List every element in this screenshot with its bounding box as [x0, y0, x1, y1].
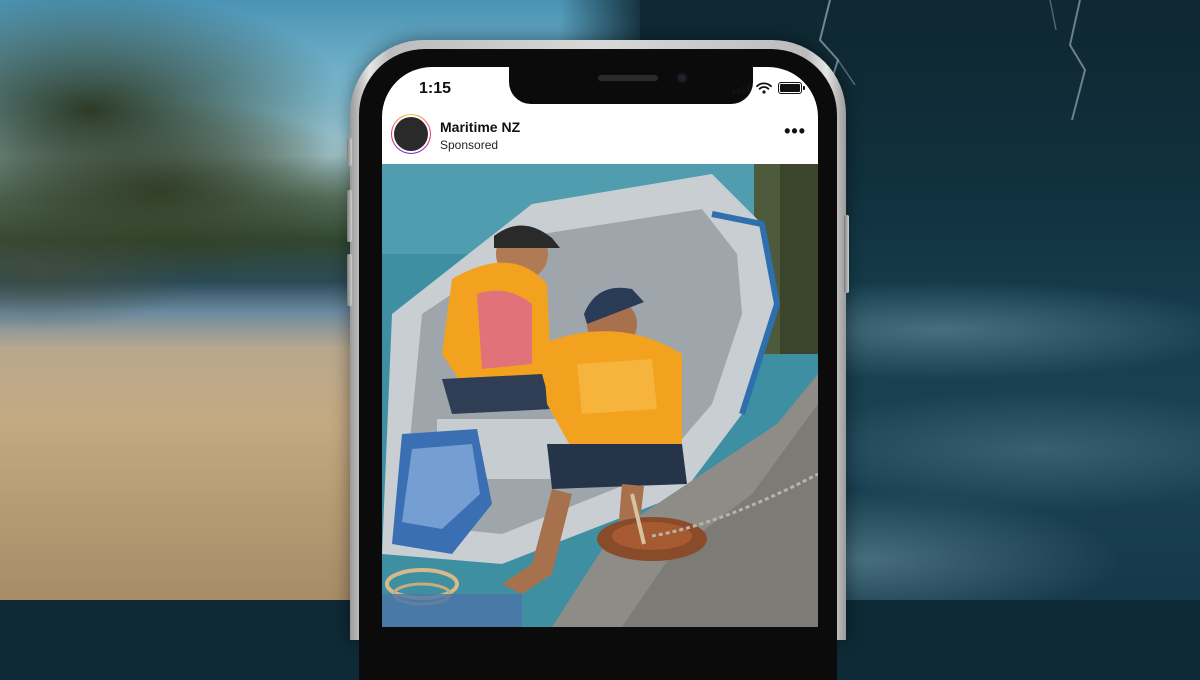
- volume-up-button: [347, 190, 352, 242]
- phone-screen: 1:15 Maritime NZ Sponsored •••: [382, 67, 818, 627]
- account-name[interactable]: Maritime NZ: [440, 119, 520, 135]
- volume-down-button: [347, 254, 352, 306]
- avatar[interactable]: [394, 117, 428, 151]
- mute-switch: [347, 138, 352, 166]
- post-image[interactable]: [382, 164, 818, 627]
- speaker-grille: [598, 75, 658, 81]
- sponsored-label: Sponsored: [440, 138, 499, 152]
- wifi-icon: [756, 82, 772, 94]
- status-icons: [732, 82, 805, 94]
- phone-frame: 1:15 Maritime NZ Sponsored •••: [347, 40, 849, 680]
- power-button: [844, 215, 849, 293]
- notch: [509, 67, 753, 104]
- post-header: Maritime NZ Sponsored •••: [382, 111, 818, 163]
- status-time: 1:15: [419, 80, 452, 97]
- boat-photo: [382, 164, 818, 627]
- ellipsis-icon[interactable]: •••: [784, 121, 806, 142]
- battery-icon: [778, 82, 805, 94]
- front-camera: [676, 72, 688, 84]
- signal-icon: [732, 82, 750, 94]
- story-ring[interactable]: [391, 114, 431, 154]
